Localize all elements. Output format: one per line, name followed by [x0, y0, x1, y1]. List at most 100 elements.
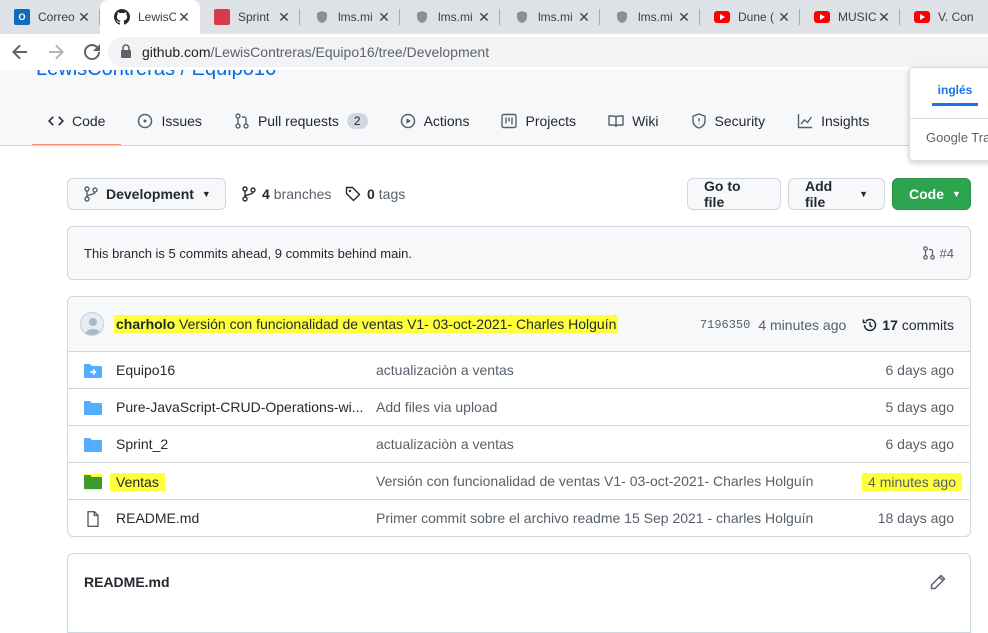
file-commit-message[interactable]: actualizaciòn a ventas [376, 362, 514, 378]
file-name-link[interactable]: Pure-JavaScript-CRUD-Operations-wi... [116, 399, 363, 415]
close-icon[interactable]: ✕ [676, 9, 692, 25]
table-row[interactable]: Pure-JavaScript-CRUD-Operations-wi... Ad… [68, 389, 970, 426]
branch-icon [242, 186, 256, 202]
file-age: 6 days ago [885, 362, 955, 378]
file-commit-message[interactable]: Versión con funcionalidad de ventas V1- … [376, 473, 813, 489]
book-icon [608, 113, 624, 129]
table-row[interactable]: Equipo16 actualizaciòn a ventas 6 days a… [68, 352, 970, 389]
commits-link[interactable]: 17 commits [862, 317, 954, 333]
close-icon[interactable]: ✕ [876, 9, 892, 25]
address-bar[interactable]: github.com/LewisContreras/Equipo16/tree/… [108, 37, 988, 67]
latest-commit-message[interactable]: charholo Versión con funcionalidad de ve… [114, 315, 619, 333]
branch-comparison-text: This branch is 5 commits ahead, 9 commit… [84, 245, 413, 261]
close-icon[interactable]: ✕ [576, 9, 592, 25]
tab-issues[interactable]: Issues [121, 96, 217, 145]
tab-label: Issues [161, 113, 202, 129]
tab-security[interactable]: Security [675, 96, 782, 145]
pencil-icon[interactable] [930, 574, 946, 593]
add-file-button[interactable]: Add file ▼ [788, 178, 885, 210]
shield-icon [514, 9, 530, 25]
file-name-link[interactable]: Ventas [110, 473, 165, 491]
file-name-link[interactable]: Sprint_2 [116, 436, 168, 452]
url-host: github.com [142, 44, 211, 60]
browser-tab[interactable]: Sprint ✕ [200, 0, 300, 34]
table-row[interactable]: Sprint_2 actualizaciòn a ventas 6 days a… [68, 426, 970, 463]
shield-icon [314, 9, 330, 25]
commit-author[interactable]: charholo [116, 316, 175, 332]
tab-title: Dune ( [738, 10, 775, 24]
commit-message-text[interactable]: Versión con funcionalidad de ventas V1- … [179, 316, 616, 332]
repo-title[interactable]: LewisContreras / Equipo16 [36, 70, 276, 81]
submodule-folder-icon [84, 363, 102, 379]
commit-meta: 7196350 4 minutes ago 17 commits [700, 317, 954, 333]
go-to-file-button[interactable]: Go to file [687, 178, 781, 210]
tab-wiki[interactable]: Wiki [592, 96, 674, 145]
tags-link[interactable]: 0 tags [345, 184, 405, 204]
repo-nav: Code Issues Pull requests 2 Actions Proj… [32, 96, 885, 145]
close-icon[interactable]: ✕ [276, 9, 292, 25]
browser-tab[interactable]: lms.mi ✕ [400, 0, 500, 34]
branches-link[interactable]: 4 branches [242, 184, 331, 204]
browser-tab[interactable]: V. Con [900, 0, 988, 34]
browser-toolbar: github.com/LewisContreras/Equipo16/tree/… [0, 34, 988, 70]
reload-icon[interactable] [76, 36, 108, 68]
repo-header: LewisContreras / Equipo16 Code Issues Pu… [0, 70, 988, 146]
tab-title: Sprint [238, 10, 270, 24]
project-icon [501, 113, 518, 129]
chevron-down-icon: ▼ [859, 189, 868, 199]
folder-icon [84, 474, 102, 490]
browser-tab[interactable]: lms.mi ✕ [500, 0, 600, 34]
youtube-icon [814, 9, 830, 25]
file-commit-message[interactable]: Add files via upload [376, 399, 497, 415]
avatar[interactable] [80, 312, 104, 336]
pull-request-number: #4 [939, 245, 954, 261]
chevron-down-icon: ▼ [201, 189, 211, 199]
tab-title: MUSIC [838, 10, 876, 24]
file-commit-message[interactable]: Primer commit sobre el archivo readme 15… [376, 510, 813, 526]
close-icon[interactable]: ✕ [76, 9, 92, 25]
file-name-link[interactable]: Equipo16 [116, 362, 175, 378]
file-browser: charholo Versión con funcionalidad de ve… [67, 296, 971, 537]
pull-request-link[interactable]: #4 [922, 245, 954, 261]
file-name-link[interactable]: README.md [116, 510, 199, 526]
readme-panel: README.md [67, 553, 971, 633]
readme-title[interactable]: README.md [84, 574, 170, 590]
branch-select-button[interactable]: Development ▼ [67, 178, 226, 210]
tab-actions[interactable]: Actions [384, 96, 486, 145]
close-icon[interactable]: ✕ [176, 9, 192, 25]
file-commit-message[interactable]: actualizaciòn a ventas [376, 436, 514, 452]
browser-tab[interactable]: lms.mi ✕ [600, 0, 700, 34]
browser-tab-active[interactable]: LewisC ✕ [100, 0, 200, 34]
branches-label: branches [273, 186, 332, 202]
tab-insights[interactable]: Insights [781, 96, 885, 145]
play-icon [400, 113, 416, 129]
table-row[interactable]: README.md Primer commit sobre el archivo… [68, 500, 970, 536]
close-icon[interactable]: ✕ [476, 9, 492, 25]
tab-title: lms.mi [638, 10, 673, 24]
file-age: 18 days ago [877, 510, 954, 526]
commit-age: 4 minutes ago [758, 317, 847, 333]
google-translate-brand: Google Tran [926, 130, 988, 145]
forward-arrow-icon[interactable] [40, 36, 72, 68]
browser-tab[interactable]: lms.mi ✕ [300, 0, 400, 34]
close-icon[interactable]: ✕ [376, 9, 392, 25]
close-icon[interactable]: ✕ [776, 9, 792, 25]
branch-icon [84, 186, 98, 202]
lock-icon [120, 43, 132, 61]
browser-tab[interactable]: Dune ( ✕ [700, 0, 800, 34]
tab-code[interactable]: Code [32, 96, 122, 145]
browser-tab[interactable]: O Correo ✕ [0, 0, 100, 34]
tab-pull-requests[interactable]: Pull requests 2 [218, 96, 384, 145]
back-arrow-icon[interactable] [4, 36, 36, 68]
commits-label: commits [901, 317, 954, 333]
folder-icon [84, 400, 102, 416]
browser-tab[interactable]: MUSIC ✕ [800, 0, 900, 34]
commit-sha[interactable]: 7196350 [700, 318, 750, 332]
branch-comparison-box: This branch is 5 commits ahead, 9 commit… [67, 226, 971, 280]
table-row[interactable]: Ventas Versión con funcionalidad de vent… [68, 463, 970, 500]
tab-title: LewisC [138, 10, 176, 24]
translate-language-tab[interactable]: inglés [910, 68, 988, 112]
tab-label: Pull requests [257, 113, 339, 129]
code-button[interactable]: Code ▼ [892, 178, 971, 210]
tab-projects[interactable]: Projects [485, 96, 592, 145]
